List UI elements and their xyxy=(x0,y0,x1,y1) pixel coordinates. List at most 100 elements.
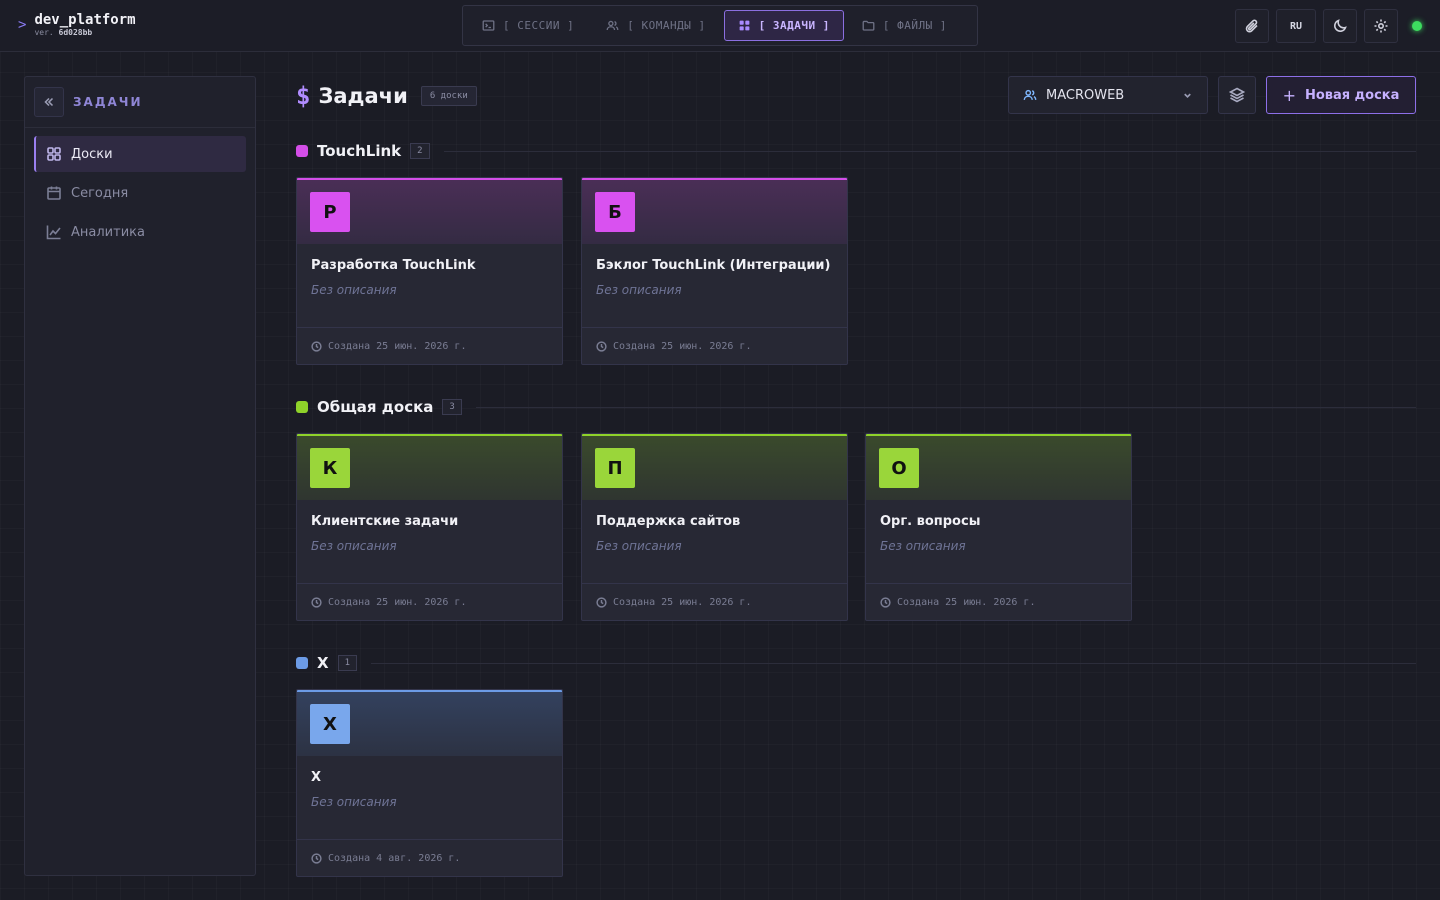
chevron-down-icon xyxy=(1182,90,1193,101)
team-select[interactable]: MACROWEB xyxy=(1008,76,1208,114)
tab-tasks[interactable]: [ ЗАДАЧИ ] xyxy=(723,10,844,41)
board-title: Клиентские задачи xyxy=(311,514,459,529)
language-button[interactable]: RU xyxy=(1276,9,1316,43)
group-name: X xyxy=(317,654,329,672)
sidebar-item-analytics[interactable]: Аналитика xyxy=(34,214,246,250)
board-avatar: П xyxy=(595,448,635,488)
new-board-button[interactable]: + Новая доска xyxy=(1266,76,1416,114)
board-avatar: X xyxy=(310,704,350,744)
board-title: Разработка TouchLink xyxy=(311,258,476,273)
board-card[interactable]: X X Без описания Создана 4 авг. 2026 г. xyxy=(296,689,563,877)
group-header-general: Общая доска 3 xyxy=(296,397,1416,417)
board-description: Без описания xyxy=(596,283,682,297)
board-card[interactable]: К Клиентские задачи Без описания Создана… xyxy=(296,433,563,621)
moon-icon xyxy=(1334,19,1347,32)
divider xyxy=(443,150,1416,152)
clock-icon xyxy=(311,340,322,352)
group-color-dot xyxy=(296,401,308,413)
collapse-sidebar-button[interactable] xyxy=(34,87,64,117)
card-banner: X xyxy=(297,690,562,756)
clock-icon xyxy=(311,852,322,864)
top-bar: > dev_platform ver. 6d028bb [ СЕССИИ ] [… xyxy=(0,0,1440,52)
board-title: Орг. вопросы xyxy=(880,514,981,529)
tab-commands[interactable]: [ КОМАНДЫ ] xyxy=(592,10,719,41)
group-name: TouchLink xyxy=(317,142,402,160)
board-description: Без описания xyxy=(880,539,966,553)
chevrons-left-icon xyxy=(44,97,54,107)
team-select-value: MACROWEB xyxy=(1046,87,1125,103)
board-created-text: Создана 25 июн. 2026 г. xyxy=(328,596,467,608)
board-description: Без описания xyxy=(311,283,397,297)
group-color-dot xyxy=(296,657,308,669)
users-icon xyxy=(1023,88,1037,102)
divider xyxy=(475,406,1416,408)
group-count-badge: 3 xyxy=(442,399,462,415)
tab-commands-label: [ КОМАНДЫ ] xyxy=(627,19,706,32)
connection-status-indicator xyxy=(1412,21,1422,31)
sidebar-item-label: Аналитика xyxy=(71,224,145,240)
grid-icon xyxy=(739,20,749,31)
version-hash: 6d028bb xyxy=(58,28,93,37)
group-count-badge: 2 xyxy=(410,143,430,159)
board-created: Создана 25 июн. 2026 г. xyxy=(582,584,847,620)
plus-icon: + xyxy=(1282,85,1296,105)
chart-line-icon xyxy=(46,225,61,240)
app-name: dev_platform xyxy=(34,12,136,28)
sidebar-item-label: Доски xyxy=(71,146,113,162)
main-nav: [ СЕССИИ ] [ КОМАНДЫ ] [ ЗАДАЧИ ] [ ФАЙЛ… xyxy=(462,5,978,46)
card-banner: О xyxy=(866,434,1131,500)
theme-toggle-button[interactable] xyxy=(1323,9,1357,43)
group-header-touchlink: TouchLink 2 xyxy=(296,141,1416,161)
page-header: $ Задачи 6 доски xyxy=(296,82,477,110)
board-created: Создана 25 июн. 2026 г. xyxy=(582,328,847,364)
group-count-badge: 1 xyxy=(337,655,357,671)
layers-button[interactable] xyxy=(1218,76,1256,114)
title-symbol: $ xyxy=(296,82,311,110)
board-avatar: О xyxy=(879,448,919,488)
gear-icon xyxy=(1374,19,1388,33)
clock-icon xyxy=(596,596,607,608)
board-created-text: Создана 25 июн. 2026 г. xyxy=(897,596,1036,608)
board-avatar: Р xyxy=(310,192,350,232)
board-created-text: Создана 4 авг. 2026 г. xyxy=(328,852,461,864)
card-banner: Р xyxy=(297,178,562,244)
tab-tasks-label: [ ЗАДАЧИ ] xyxy=(758,19,830,32)
sidebar-item-label: Сегодня xyxy=(71,185,129,201)
sidebar: ЗАДАЧИ Доски Сегодня Аналитика xyxy=(24,76,256,876)
board-avatar: Б xyxy=(595,192,635,232)
tab-files[interactable]: [ ФАЙЛЫ ] xyxy=(848,10,961,41)
settings-button[interactable] xyxy=(1364,9,1398,43)
group-name: Общая доска xyxy=(317,398,434,416)
board-avatar: К xyxy=(310,448,350,488)
group-header-x: X 1 xyxy=(296,653,1416,673)
folder-icon xyxy=(862,20,875,31)
sidebar-title: ЗАДАЧИ xyxy=(73,95,143,109)
board-card[interactable]: П Поддержка сайтов Без описания Создана … xyxy=(581,433,848,621)
brand[interactable]: > dev_platform ver. 6d028bb xyxy=(18,12,136,38)
board-description: Без описания xyxy=(311,795,397,809)
card-banner: К xyxy=(297,434,562,500)
board-created: Создана 25 июн. 2026 г. xyxy=(297,584,562,620)
tab-files-label: [ ФАЙЛЫ ] xyxy=(882,19,947,32)
card-banner: Б xyxy=(582,178,847,244)
top-actions: RU xyxy=(1235,9,1422,43)
sidebar-item-boards[interactable]: Доски xyxy=(34,136,246,172)
card-banner: П xyxy=(582,434,847,500)
board-created-text: Создана 25 июн. 2026 г. xyxy=(613,596,752,608)
new-board-label: Новая доска xyxy=(1304,87,1400,103)
sidebar-list: Доски Сегодня Аналитика xyxy=(25,128,255,258)
board-title: Поддержка сайтов xyxy=(596,514,741,529)
version-label: ver. xyxy=(34,28,54,37)
tab-sessions[interactable]: [ СЕССИИ ] xyxy=(468,10,588,41)
board-card[interactable]: Р Разработка TouchLink Без описания Созд… xyxy=(296,177,563,365)
board-created-text: Создана 25 июн. 2026 г. xyxy=(328,340,467,352)
board-card[interactable]: Б Бэклог TouchLink (Интеграции) Без опис… xyxy=(581,177,848,365)
board-title: X xyxy=(311,770,322,785)
board-description: Без описания xyxy=(596,539,682,553)
tab-sessions-label: [ СЕССИИ ] xyxy=(503,19,575,32)
calendar-icon xyxy=(47,186,61,200)
board-card[interactable]: О Орг. вопросы Без описания Создана 25 и… xyxy=(865,433,1132,621)
boards-count-badge: 6 доски xyxy=(420,86,477,106)
attachments-button[interactable] xyxy=(1235,9,1269,43)
sidebar-item-today[interactable]: Сегодня xyxy=(34,175,246,211)
